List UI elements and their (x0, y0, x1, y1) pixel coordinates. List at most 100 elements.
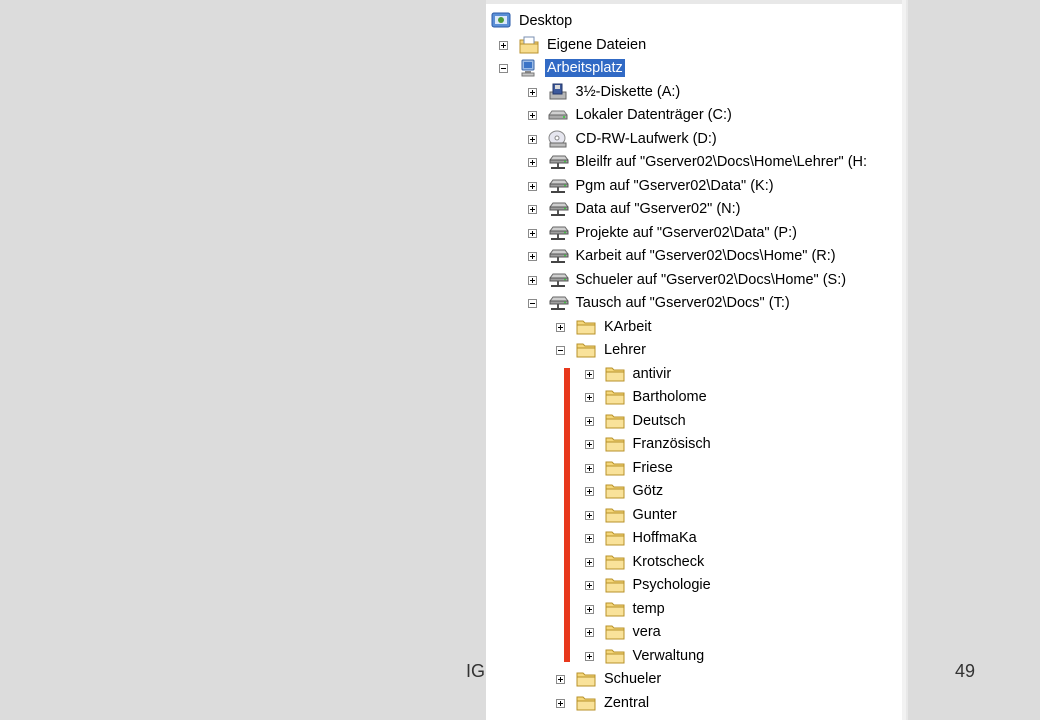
tree-item-label: 3½-Diskette (A:) (575, 83, 681, 100)
folder-icon (604, 364, 626, 384)
tree-item[interactable]: Französisch (486, 433, 906, 455)
folder-icon (604, 458, 626, 478)
tree-item[interactable]: temp (486, 598, 906, 620)
folder-tree: Desktop Eigene Dateien Arbeitsplatz 3½-Disk… (486, 0, 906, 720)
tree-item[interactable]: HoffmaKa (486, 527, 906, 549)
expand-toggle[interactable] (584, 369, 594, 379)
expand-toggle[interactable] (584, 463, 594, 473)
pane-right-edge (902, 0, 906, 720)
tree-item-label: Friese (632, 459, 673, 476)
network-drive-icon (547, 176, 569, 196)
tree-item[interactable]: Projekte auf "Gserver02\Data" (P:) (486, 222, 906, 244)
tree-item-label: Psychologie (632, 577, 711, 593)
tree-item[interactable]: Deutsch (486, 410, 906, 432)
tree-item[interactable]: antivir (486, 363, 906, 385)
tree-item[interactable]: Karbeit auf "Gserver02\Docs\Home" (R:) (486, 245, 906, 267)
tree-item[interactable]: Lokaler Datenträger (C:) (486, 104, 906, 126)
expand-toggle[interactable] (527, 228, 537, 238)
expand-toggle[interactable] (527, 181, 537, 191)
tree-item-label: Lokaler Datenträger (C:) (575, 107, 732, 123)
expand-toggle[interactable] (584, 440, 594, 449)
tree-item[interactable]: Psychologie (486, 574, 906, 596)
expand-toggle[interactable] (584, 557, 594, 567)
tree-item[interactable]: Bartholome (486, 386, 906, 408)
tree-item[interactable]: Bleilfr auf "Gserver02\Docs\Home\Lehrer"… (486, 151, 906, 173)
tree-item-label: Karbeit auf "Gserver02\Docs\Home" (R:) (575, 248, 836, 264)
folder-icon (604, 387, 626, 407)
expand-toggle[interactable] (556, 322, 565, 332)
tree-item-label: antivir (632, 365, 672, 382)
collapse-toggle[interactable] (556, 346, 565, 355)
tree-item-label: Data auf "Gserver02" (N:) (575, 201, 741, 217)
expand-toggle[interactable] (527, 111, 537, 120)
expand-toggle[interactable] (527, 205, 537, 214)
tree-item[interactable]: KArbeit (486, 316, 906, 338)
expand-toggle[interactable] (584, 510, 594, 520)
tree-item[interactable]: Tausch auf "Gserver02\Docs" (T:) (486, 292, 906, 314)
slide-footer-text: IG (466, 661, 486, 681)
tree-item-label: Bleilfr auf "Gserver02\Docs\Home\Lehrer"… (575, 154, 868, 170)
tree-item[interactable]: Schueler auf "Gserver02\Docs\Home" (S:) (486, 269, 906, 291)
tree-item[interactable]: Eigene Dateien (486, 34, 906, 56)
tree-item[interactable]: Gunter (486, 504, 906, 526)
tree-item[interactable]: vera (486, 621, 906, 643)
tree-item[interactable]: Friese (486, 457, 906, 479)
folder-icon (604, 411, 626, 431)
expand-toggle[interactable] (499, 40, 508, 50)
tree-item-label: Bartholome (632, 389, 707, 405)
tree-item[interactable]: Arbeitsplatz (486, 57, 906, 79)
expand-toggle[interactable] (584, 581, 594, 590)
tree-item[interactable]: Krotscheck (486, 551, 906, 573)
folder-icon (575, 669, 597, 689)
tree-item-label: Arbeitsplatz (545, 59, 625, 77)
tree-item[interactable]: CD-RW-Laufwerk (D:) (486, 128, 906, 150)
tree-item-label: Eigene Dateien (547, 36, 647, 53)
expand-toggle[interactable] (584, 534, 594, 543)
tree-item-label: Krotscheck (632, 553, 705, 570)
collapse-toggle[interactable] (527, 299, 537, 308)
network-drive-icon (547, 270, 569, 290)
tree-item-label: Tausch auf "Gserver02\Docs" (T:) (575, 295, 790, 311)
my-computer-icon (518, 58, 540, 78)
tree-item[interactable]: Desktop (486, 10, 906, 32)
expand-toggle[interactable] (527, 87, 537, 97)
tree-item[interactable]: Götz (486, 480, 906, 502)
tree-item-label: Verwaltung (632, 647, 705, 664)
tree-item[interactable]: Schueler (486, 668, 906, 690)
tree-item-label: Götz (632, 483, 664, 499)
floppy-drive-icon (547, 82, 569, 102)
tree-item[interactable]: Zentral (486, 692, 906, 714)
tree-item-label: Deutsch (632, 412, 686, 429)
tree-item[interactable]: Data auf "Gserver02" (N:) (486, 198, 906, 220)
expand-toggle[interactable] (584, 393, 594, 402)
my-documents-icon (518, 35, 540, 55)
expand-toggle[interactable] (584, 416, 594, 426)
collapse-toggle[interactable] (499, 64, 508, 73)
expand-toggle[interactable] (556, 698, 565, 708)
tree-item[interactable]: 3½-Diskette (A:) (486, 81, 906, 103)
folder-icon (575, 693, 597, 713)
tree-item-label: KArbeit (604, 318, 652, 335)
expand-toggle[interactable] (584, 651, 594, 661)
expand-toggle[interactable] (584, 487, 594, 496)
expand-toggle[interactable] (527, 158, 537, 167)
tree-item-label: Zentral (604, 694, 650, 711)
expand-toggle[interactable] (584, 628, 594, 637)
expand-toggle[interactable] (584, 604, 594, 614)
tree-item[interactable]: Verwaltung (486, 645, 906, 667)
folder-icon (604, 575, 626, 595)
tree-item[interactable]: Lehrer (486, 339, 906, 361)
expand-toggle[interactable] (556, 675, 565, 684)
cd-drive-icon (547, 129, 569, 149)
explorer-folder-tree-pane: Desktop Eigene Dateien Arbeitsplatz 3½-Disk… (486, 0, 908, 720)
folder-icon (604, 599, 626, 619)
expand-toggle[interactable] (527, 134, 537, 144)
tree-item-label: HoffmaKa (632, 530, 697, 546)
expand-toggle[interactable] (527, 275, 537, 285)
tree-item-label: vera (632, 624, 661, 640)
tree-item[interactable]: Pgm auf "Gserver02\Data" (K:) (486, 175, 906, 197)
expand-toggle[interactable] (527, 252, 537, 261)
network-drive-icon (547, 293, 569, 313)
folder-icon (575, 317, 597, 337)
folder-icon (604, 552, 626, 572)
